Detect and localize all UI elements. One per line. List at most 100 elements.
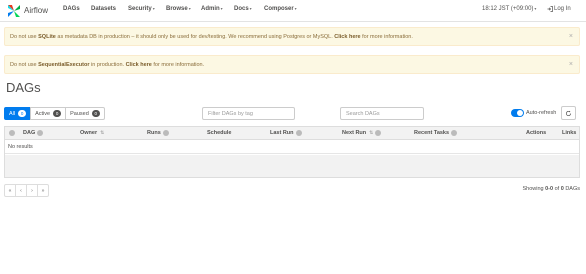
nav-admin-label: Admin [201, 6, 220, 12]
column-label: Actions [526, 130, 547, 136]
status-filter-tabs: All 0 Active 0 Paused 0 [4, 107, 105, 120]
alert-strong: SequentialExecutor [38, 61, 90, 68]
info-icon [37, 130, 44, 136]
auto-refresh-label: Auto-refresh [526, 110, 557, 116]
column-header-last-run[interactable]: Last Run [270, 130, 302, 136]
nav-docs-dropdown[interactable]: Docs▾ [234, 6, 252, 12]
nav-admin-dropdown[interactable]: Admin▾ [201, 6, 223, 12]
nav-docs-label: Docs [234, 6, 249, 12]
alert-text-post: for more information. [360, 33, 413, 40]
next-page-icon: › [31, 187, 33, 194]
close-icon[interactable]: × [569, 33, 573, 40]
top-navbar: Airflow DAGs Datasets Security▾ Browse▾ … [0, 0, 586, 22]
showing-mid: of [553, 186, 561, 192]
tab-active[interactable]: Active 0 [30, 107, 67, 120]
info-icon [375, 130, 382, 136]
tab-paused-label: Paused [70, 110, 89, 117]
alert-text-mid: as metadata DB in production – it should… [55, 33, 335, 40]
last-page-button[interactable]: » [37, 184, 49, 197]
chevron-down-icon: ▾ [249, 6, 252, 11]
alert-link[interactable]: Click here [126, 62, 152, 68]
page-title: DAGs [6, 80, 41, 95]
empty-text: No results [8, 143, 33, 150]
refresh-button[interactable] [561, 106, 576, 120]
showing-prefix: Showing [522, 186, 546, 192]
showing-count: Showing 0-0 of 0 DAGs [522, 186, 580, 192]
sort-icon: ⇅ [369, 130, 374, 136]
column-header-next-run[interactable]: Next Run ⇅ [342, 130, 382, 136]
search-input[interactable] [340, 107, 424, 120]
last-page-icon: » [41, 187, 45, 194]
close-icon[interactable]: × [569, 61, 573, 68]
brand-name: Airflow [24, 6, 49, 15]
tab-paused[interactable]: Paused 0 [65, 107, 105, 120]
nav-composer-dropdown[interactable]: Composer▾ [264, 6, 297, 12]
airflow-logo-icon [8, 4, 20, 17]
auto-refresh-toggle[interactable] [511, 109, 524, 117]
nav-composer-label: Composer [264, 6, 294, 12]
chevron-down-icon: ▾ [188, 6, 191, 11]
column-header-recent-tasks[interactable]: Recent Tasks [414, 130, 458, 136]
showing-suffix: DAGs [563, 186, 580, 192]
dags-table: DAG Owner ⇅ Runs Schedule Last Run Next R… [4, 126, 580, 178]
login-icon [547, 6, 553, 12]
tab-active-label: Active [35, 110, 51, 117]
first-page-icon: « [8, 187, 12, 194]
table-row-empty: No results [5, 140, 579, 154]
login-link[interactable]: Log In [547, 6, 571, 12]
tab-all[interactable]: All 0 [4, 107, 32, 120]
column-header-owner[interactable]: Owner ⇅ [80, 130, 104, 136]
alert-link[interactable]: Click here [334, 34, 360, 40]
column-label: Recent Tasks [414, 130, 450, 136]
alert-text: Do not use SQLite as metadata DB in prod… [10, 34, 413, 40]
sqlite-warning-alert: Do not use SQLite as metadata DB in prod… [4, 27, 580, 46]
brand-link[interactable]: Airflow [7, 3, 48, 18]
nav-datasets[interactable]: Datasets [91, 6, 116, 12]
column-label: Owner [80, 130, 98, 136]
prev-page-icon: ‹ [20, 187, 22, 194]
column-header-dag[interactable]: DAG [23, 130, 44, 136]
chevron-down-icon: ▾ [220, 6, 223, 11]
column-label: Next Run [342, 130, 367, 136]
tab-paused-count: 0 [91, 110, 100, 117]
nav-datasets-label: Datasets [91, 6, 117, 12]
info-icon [9, 130, 15, 136]
alert-text-pre: Do not use [10, 33, 39, 40]
chevron-down-icon: ▾ [534, 6, 537, 11]
tab-all-count: 0 [18, 110, 27, 117]
alert-text-post: for more information. [151, 61, 205, 68]
column-header-links: Links [562, 130, 576, 136]
info-icon [295, 130, 302, 136]
column-label: DAG [23, 130, 36, 136]
sort-icon: ⇅ [100, 130, 105, 136]
table-header: DAG Owner ⇅ Runs Schedule Last Run Next R… [5, 127, 579, 140]
info-icon [162, 130, 169, 136]
column-header-schedule[interactable]: Schedule [207, 130, 231, 136]
showing-range: 0-0 [545, 186, 554, 192]
nav-security-dropdown[interactable]: Security▾ [128, 6, 155, 12]
pagination: « ‹ › » [4, 184, 49, 197]
executor-warning-alert: Do not use SequentialExecutor in product… [4, 55, 580, 74]
column-label: Links [562, 130, 577, 136]
column-label: Last Run [270, 130, 294, 136]
tab-active-count: 0 [53, 110, 62, 117]
nav-dags[interactable]: DAGs [63, 6, 80, 12]
column-header-runs[interactable]: Runs [147, 130, 169, 136]
column-label: Schedule [207, 130, 232, 136]
timezone-clock[interactable]: 18:12 JST (+09:00)▾ [482, 6, 536, 12]
toggle-knob [517, 110, 523, 116]
column-label: Runs [147, 130, 161, 136]
nav-browse-label: Browse [166, 6, 188, 12]
nav-browse-dropdown[interactable]: Browse▾ [166, 6, 191, 12]
refresh-icon [565, 110, 572, 116]
login-label: Log In [554, 6, 571, 12]
chevron-down-icon: ▾ [294, 6, 297, 11]
column-header-actions: Actions [526, 130, 546, 136]
tab-all-label: All [9, 110, 16, 117]
alert-strong: SQLite [38, 33, 56, 40]
alert-text: Do not use SequentialExecutor in product… [10, 62, 204, 68]
info-icon [451, 130, 458, 136]
nav-dags-label: DAGs [63, 6, 80, 12]
table-empty-area [5, 155, 579, 177]
tag-filter-input[interactable] [202, 107, 295, 120]
